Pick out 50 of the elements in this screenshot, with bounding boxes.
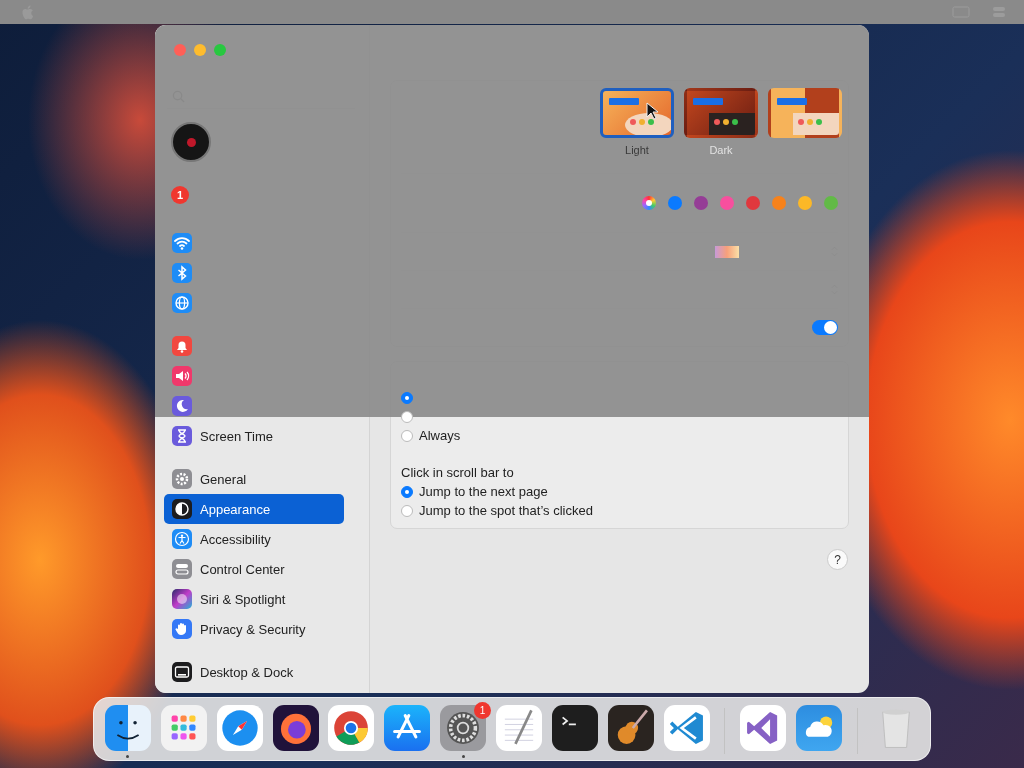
bluetooth-icon bbox=[172, 263, 192, 283]
gear-icon bbox=[172, 469, 192, 489]
notification-badge: 1 bbox=[474, 702, 491, 719]
app-store-icon[interactable] bbox=[384, 705, 431, 751]
app-grid-icon[interactable] bbox=[160, 705, 207, 751]
group-label: Click in scroll bar to bbox=[401, 463, 515, 482]
sidebar-item[interactable]: Control Center bbox=[164, 554, 344, 584]
toggles-icon bbox=[172, 559, 192, 579]
speaker-icon bbox=[172, 366, 192, 386]
terminal-prompt-icon[interactable] bbox=[551, 705, 598, 751]
guitar-icon[interactable] bbox=[607, 705, 654, 751]
toggle-switch[interactable] bbox=[812, 320, 838, 335]
code-editor-icon[interactable] bbox=[663, 705, 710, 751]
moon-icon bbox=[172, 396, 192, 416]
gear-icon[interactable] bbox=[440, 705, 487, 751]
wifi-icon bbox=[172, 233, 192, 253]
theme-thumbnail[interactable] bbox=[600, 88, 674, 138]
globe-icon bbox=[172, 293, 192, 313]
cursor-icon bbox=[646, 102, 658, 120]
sidebar-item[interactable]: General bbox=[164, 464, 344, 494]
theme-thumbnail[interactable] bbox=[684, 88, 758, 138]
compass-icon[interactable] bbox=[216, 705, 263, 751]
radio-button[interactable] bbox=[401, 504, 413, 517]
paper-pen-icon[interactable] bbox=[495, 705, 542, 751]
hand-icon bbox=[172, 619, 192, 639]
radio-label: Always bbox=[419, 428, 461, 443]
dock-icon bbox=[172, 662, 192, 682]
half-circle-icon bbox=[172, 499, 192, 519]
sidebar-item[interactable]: Accessibility bbox=[164, 524, 344, 554]
fox-globe-icon[interactable] bbox=[272, 705, 319, 751]
smiling-face-icon[interactable] bbox=[104, 705, 151, 751]
theme-label: Dark bbox=[709, 144, 733, 158]
radio-button[interactable] bbox=[401, 485, 413, 498]
sidebar-item[interactable]: Siri & Spotlight bbox=[164, 584, 344, 614]
sidebar-item[interactable]: Privacy & Security bbox=[164, 614, 344, 644]
sidebar-item[interactable]: Desktop & Dock bbox=[164, 657, 344, 687]
cloud-sun-icon[interactable] bbox=[796, 705, 843, 751]
theme-thumbnail[interactable] bbox=[768, 88, 842, 138]
bell-icon bbox=[172, 336, 192, 356]
theme-label: Light bbox=[625, 144, 649, 158]
person-icon bbox=[172, 529, 192, 549]
sidebar-item[interactable]: Screen Time bbox=[164, 421, 344, 451]
help-button[interactable]: ? bbox=[827, 549, 848, 570]
radio-label: Jump to the next page bbox=[419, 484, 548, 499]
radio-button[interactable] bbox=[401, 429, 413, 442]
radio-label: Jump to the spot that’s clicked bbox=[419, 503, 593, 518]
infinity-icon[interactable] bbox=[740, 705, 787, 751]
hourglass-icon bbox=[172, 426, 192, 446]
sidebar-item[interactable]: Appearance bbox=[164, 494, 344, 524]
orb-icon bbox=[172, 589, 192, 609]
